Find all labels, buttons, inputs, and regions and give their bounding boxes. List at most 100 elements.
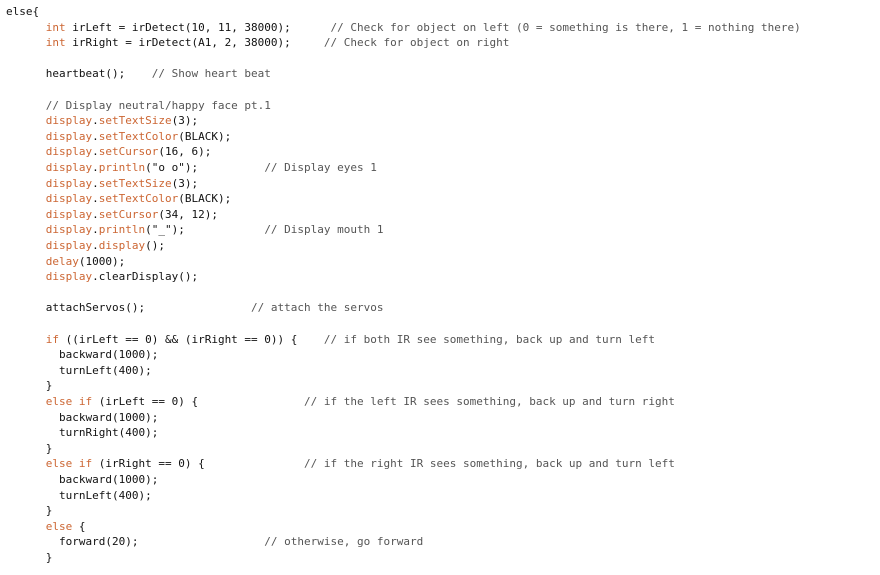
code-token: (34, 12);	[158, 207, 218, 221]
code-line: else{	[6, 4, 39, 19]
library-token: setTextSize	[98, 176, 172, 190]
library-token: display	[45, 129, 93, 143]
comment-token: // Show heart beat	[151, 67, 271, 81]
code-token: turnLeft(400);	[6, 488, 152, 502]
code-line: turnLeft(400);	[6, 363, 152, 378]
code-line: display.setCursor(16, 6);	[6, 144, 212, 159]
code-line: display.clearDisplay();	[6, 269, 198, 284]
code-line: }	[6, 378, 53, 393]
code-line: else {	[6, 519, 86, 534]
code-token: .	[92, 223, 99, 237]
code-token: }	[6, 379, 53, 393]
library-token: display	[45, 145, 93, 159]
code-line: display.println("o o"); // Display eyes …	[6, 160, 377, 175]
code-editor[interactable]: else{ int irLeft = irDetect(10, 11, 3800…	[0, 0, 880, 575]
code-token: .	[92, 114, 99, 128]
library-token: display	[45, 192, 93, 206]
code-line: attachServos(); // attach the servos	[6, 300, 384, 315]
library-token: display	[45, 114, 93, 128]
code-token: .	[92, 176, 99, 190]
code-line: }	[6, 503, 53, 518]
code-token: (BLACK);	[178, 192, 232, 206]
code-line: display.setCursor(34, 12);	[6, 207, 218, 222]
code-token: backward(1000);	[6, 473, 159, 486]
comment-token: // if the right IR sees something, back …	[304, 457, 675, 471]
code-line: display.setTextSize(3);	[6, 113, 198, 128]
code-token: backward(1000);	[6, 348, 159, 362]
comment-token: // Check for object on right	[323, 36, 510, 50]
code-token: (3);	[171, 176, 199, 190]
library-token: display	[45, 270, 93, 284]
code-line: heartbeat(); // Show heart beat	[6, 66, 271, 81]
code-token: forward(20);	[6, 535, 265, 549]
code-line: display.setTextSize(3);	[6, 176, 198, 191]
code-token: else{	[6, 5, 40, 18]
code-token: .	[92, 129, 99, 143]
code-token: turnRight(400);	[6, 426, 159, 440]
comment-token: // Display eyes 1	[264, 161, 377, 174]
code-token: (16, 6);	[158, 145, 212, 159]
code-token: turnLeft(400);	[6, 363, 152, 377]
library-token: setTextColor	[98, 129, 179, 143]
code-token: .	[92, 207, 99, 221]
keyword-token: else	[45, 519, 73, 533]
code-token: .	[92, 192, 99, 206]
code-line: else if (irLeft == 0) { // if the left I…	[6, 394, 675, 409]
library-token: println	[98, 161, 146, 174]
code-line: delay(1000);	[6, 254, 125, 269]
comment-token: // Display mouth 1	[264, 223, 384, 237]
comment-token: // Display neutral/happy face pt.1	[45, 98, 271, 112]
code-line: forward(20); // otherwise, go forward	[6, 534, 423, 549]
library-token: display	[45, 223, 93, 237]
code-token: backward(1000);	[6, 410, 159, 424]
library-token: setCursor	[98, 207, 159, 221]
code-line: display.println("_"); // Display mouth 1	[6, 222, 384, 237]
keyword-token: else if	[45, 395, 93, 408]
code-line: turnRight(400);	[6, 425, 158, 440]
code-token: }	[6, 551, 53, 564]
code-token: (BLACK);	[178, 129, 232, 143]
code-token: .	[92, 239, 99, 252]
code-line: }	[6, 550, 53, 565]
library-token: println	[98, 223, 146, 237]
code-token: }	[6, 441, 53, 455]
code-token: .	[92, 145, 99, 159]
code-token: .	[92, 161, 99, 174]
keyword-token: else if	[45, 457, 93, 471]
code-line: }	[6, 441, 53, 456]
library-token: display	[45, 207, 93, 221]
code-token: irLeft = irDetect(10, 11, 38000);	[65, 20, 331, 34]
code-line: backward(1000);	[6, 347, 158, 362]
library-token: display	[45, 161, 93, 174]
keyword-token: int	[45, 20, 66, 34]
library-token: display	[45, 239, 93, 252]
code-token: {	[72, 519, 86, 533]
code-line: display.setTextColor(BLACK);	[6, 129, 231, 144]
comment-token: // if the left IR sees something, back u…	[304, 395, 675, 408]
keyword-token: if	[45, 332, 59, 346]
code-token: irRight = irDetect(A1, 2, 38000);	[65, 36, 324, 50]
code-line: int irRight = irDetect(A1, 2, 38000); //…	[6, 35, 510, 50]
comment-token: // attach the servos	[251, 301, 384, 315]
code-line: int irLeft = irDetect(10, 11, 38000); //…	[6, 20, 801, 35]
code-token: heartbeat();	[6, 67, 152, 81]
code-token: (3);	[171, 114, 199, 128]
keyword-token: int	[45, 36, 66, 50]
code-line: backward(1000);	[6, 472, 158, 487]
code-token: ((irLeft == 0) && (irRight == 0)) {	[59, 332, 324, 346]
